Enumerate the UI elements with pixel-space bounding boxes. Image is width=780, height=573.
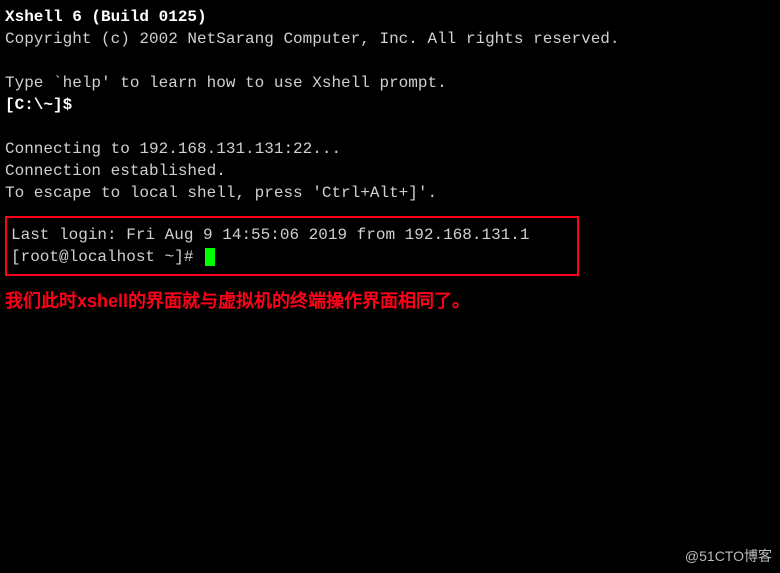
established-line: Connection established. — [5, 160, 775, 182]
app-title: Xshell 6 (Build 0125) — [5, 6, 775, 28]
last-login-line: Last login: Fri Aug 9 14:55:06 2019 from… — [11, 224, 573, 246]
cursor-icon — [205, 248, 215, 266]
escape-line: To escape to local shell, press 'Ctrl+Al… — [5, 182, 775, 204]
connecting-line: Connecting to 192.168.131.131:22... — [5, 138, 775, 160]
remote-prompt-line[interactable]: [root@localhost ~]# — [11, 246, 573, 268]
local-prompt[interactable]: [C:\~]$ — [5, 94, 775, 116]
remote-prompt: [root@localhost ~]# — [11, 248, 193, 266]
help-tip: Type `help' to learn how to use Xshell p… — [5, 72, 775, 94]
watermark: @51CTO博客 — [685, 545, 772, 567]
connection-block: Connecting to 192.168.131.131:22... Conn… — [5, 138, 775, 204]
annotation-text: 我们此时xshell的界面就与虚拟机的终端操作界面相同了。 — [5, 290, 775, 312]
highlight-box: Last login: Fri Aug 9 14:55:06 2019 from… — [5, 216, 579, 276]
copyright-line: Copyright (c) 2002 NetSarang Computer, I… — [5, 28, 775, 50]
